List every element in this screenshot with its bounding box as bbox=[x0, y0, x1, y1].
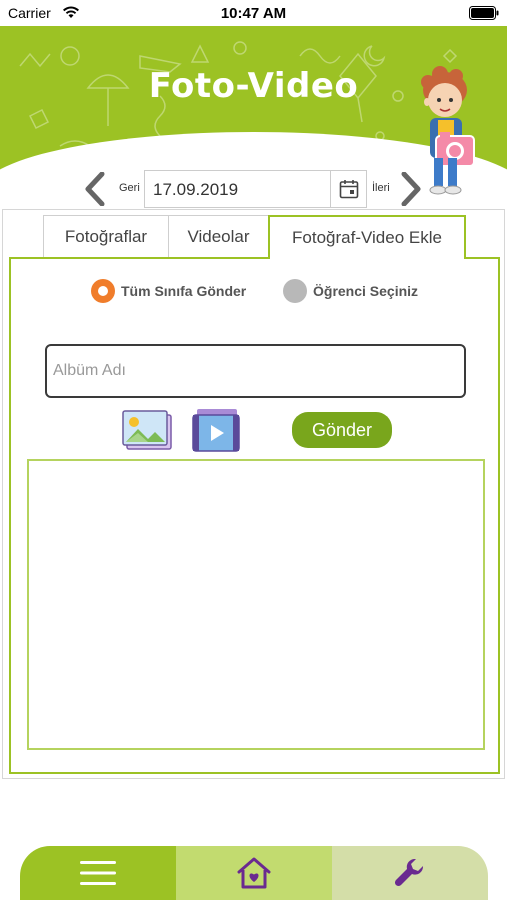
previous-day-label[interactable]: Geri bbox=[119, 182, 140, 194]
chevron-right-icon[interactable] bbox=[400, 172, 422, 206]
add-media-panel: Tüm Sınıfa Gönder Öğrenci Seçiniz Albüm … bbox=[9, 257, 500, 774]
tab-videos[interactable]: Videolar bbox=[168, 215, 269, 257]
content-panel: Fotoğraflar Videolar Fotoğraf-Video Ekle… bbox=[2, 209, 505, 779]
tabbar-home-button[interactable] bbox=[176, 846, 332, 900]
bottom-tab-bar bbox=[20, 846, 488, 900]
next-day-label[interactable]: İleri bbox=[372, 182, 390, 194]
date-field[interactable]: 17.09.2019 bbox=[144, 170, 367, 208]
battery-icon bbox=[469, 6, 499, 20]
video-gallery-icon[interactable] bbox=[191, 407, 241, 453]
tabbar-settings-button[interactable] bbox=[332, 846, 488, 900]
status-time: 10:47 AM bbox=[220, 5, 287, 22]
tab-add-photo-video[interactable]: Fotoğraf-Video Ekle bbox=[268, 215, 466, 259]
tab-photos[interactable]: Fotoğraflar bbox=[43, 215, 169, 257]
photo-gallery-icon[interactable] bbox=[121, 409, 173, 451]
radio-checked-icon bbox=[91, 279, 115, 303]
send-button[interactable]: Gönder bbox=[292, 412, 392, 448]
hamburger-menu-icon bbox=[80, 861, 116, 885]
recipient-radio-group: Tüm Sınıfa Gönder Öğrenci Seçiniz bbox=[11, 277, 498, 307]
wrench-icon bbox=[394, 858, 424, 887]
radio-unchecked-icon bbox=[283, 279, 307, 303]
media-preview-area[interactable] bbox=[27, 459, 485, 750]
calendar-icon bbox=[339, 180, 359, 199]
radio-send-all-label: Tüm Sınıfa Gönder bbox=[121, 283, 247, 299]
radio-select-student-label: Öğrenci Seçiniz bbox=[313, 283, 419, 299]
home-heart-icon bbox=[237, 857, 271, 889]
album-name-input[interactable] bbox=[45, 344, 466, 398]
app-root: Carrier 10:47 AM Foto-Video Geri 17.09.2… bbox=[0, 0, 507, 900]
status-bar: Carrier 10:47 AM bbox=[0, 0, 507, 26]
date-navigation: Geri 17.09.2019 İleri bbox=[0, 168, 507, 208]
calendar-button[interactable] bbox=[330, 171, 366, 207]
date-value: 17.09.2019 bbox=[153, 180, 239, 199]
chevron-left-icon[interactable] bbox=[84, 172, 106, 206]
tabbar-menu-button[interactable] bbox=[20, 846, 176, 900]
